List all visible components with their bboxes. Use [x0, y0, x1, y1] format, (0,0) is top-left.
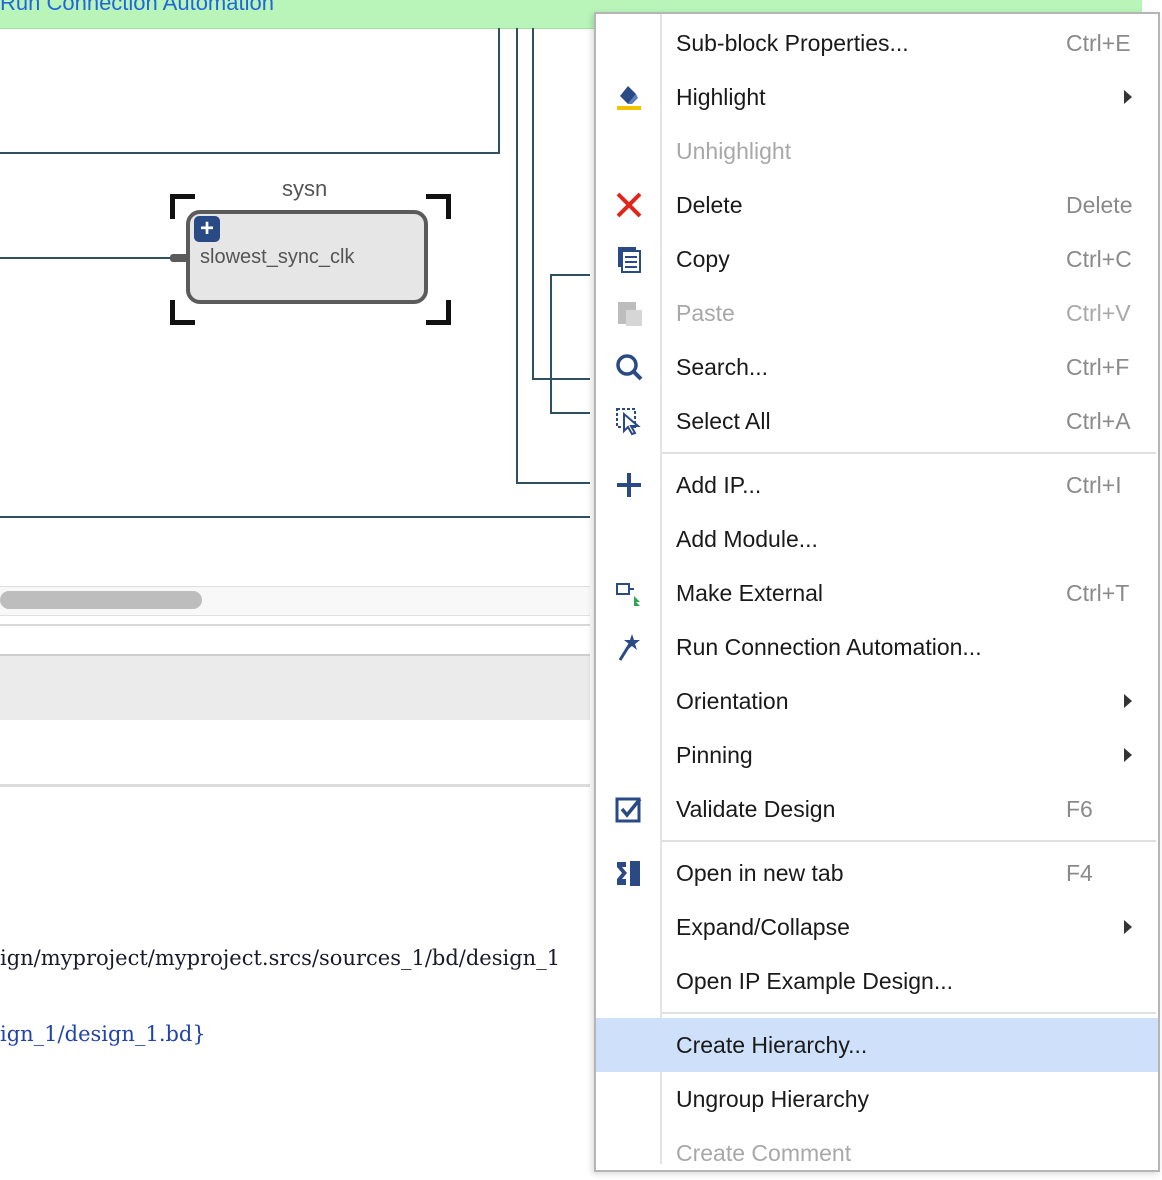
- submenu-arrow-icon: [1124, 694, 1132, 708]
- menu-separator: [662, 452, 1156, 454]
- submenu-arrow-icon: [1124, 920, 1132, 934]
- search-icon: [614, 352, 644, 382]
- menu-item-shortcut: F4: [1066, 860, 1093, 886]
- select-cursor-icon: [614, 406, 644, 436]
- menu-item-shortcut: Ctrl+A: [1066, 408, 1131, 434]
- expand-plus-icon[interactable]: +: [194, 216, 220, 242]
- scrollbar-thumb[interactable]: [0, 591, 202, 609]
- menu-item-shortcut: Ctrl+E: [1066, 30, 1131, 56]
- menu-item-make-external[interactable]: Make External Ctrl+T: [596, 566, 1158, 620]
- panel-header: [0, 656, 590, 720]
- menu-item-label: Unhighlight: [676, 138, 792, 164]
- menu-item-label: Make External: [676, 580, 824, 606]
- menu-item-label: Open IP Example Design...: [676, 968, 953, 994]
- paste-icon: [614, 298, 644, 328]
- menu-item-label: Delete: [676, 192, 743, 218]
- submenu-arrow-icon: [1124, 90, 1132, 104]
- banner-text[interactable]: Run Connection Automation: [0, 0, 274, 16]
- make-external-icon: [614, 578, 644, 608]
- checkbox-check-icon: [614, 794, 644, 824]
- menu-item-create-comment[interactable]: Create Comment: [596, 1126, 1158, 1180]
- menu-item-orientation[interactable]: Orientation: [596, 674, 1158, 728]
- selection-corner: [426, 300, 451, 325]
- block-title: sysn: [282, 176, 328, 201]
- menu-item-search[interactable]: Search... Ctrl+F: [596, 340, 1158, 394]
- wire: [0, 152, 500, 154]
- divider: [0, 784, 590, 787]
- menu-item-shortcut: Ctrl+F: [1066, 354, 1130, 380]
- menu-separator: [662, 1012, 1156, 1014]
- wire: [550, 412, 590, 414]
- menu-item-add-module[interactable]: Add Module...: [596, 512, 1158, 566]
- menu-item-pinning[interactable]: Pinning: [596, 728, 1158, 782]
- menu-item-shortcut: Ctrl+V: [1066, 300, 1131, 326]
- menu-item-shortcut: Delete: [1066, 192, 1133, 218]
- menu-item-label: Search...: [676, 354, 769, 380]
- wire: [0, 516, 590, 518]
- menu-item-label: Add Module...: [676, 526, 818, 552]
- menu-item-label: Create Comment: [676, 1140, 852, 1166]
- selection-corner: [170, 194, 195, 219]
- wire: [550, 274, 590, 276]
- console-line: ign/myproject/myproject.srcs/sources_1/b…: [0, 946, 561, 970]
- menu-item-label: Sub-block Properties...: [676, 30, 909, 56]
- block-port-label: slowest_sync_clk: [200, 246, 355, 268]
- wire: [532, 378, 590, 380]
- selection-corner: [426, 194, 451, 219]
- wire: [516, 482, 590, 484]
- menu-item-paste[interactable]: Paste Ctrl+V: [596, 286, 1158, 340]
- menu-item-unhighlight[interactable]: Unhighlight: [596, 124, 1158, 178]
- menu-item-label: Paste: [676, 300, 735, 326]
- menu-item-create-hierarchy[interactable]: Create Hierarchy...: [596, 1018, 1158, 1072]
- menu-item-shortcut: F6: [1066, 796, 1093, 822]
- highlighter-icon: [614, 82, 644, 112]
- menu-item-delete[interactable]: Delete Delete: [596, 178, 1158, 232]
- menu-item-label: Ungroup Hierarchy: [676, 1086, 870, 1112]
- menu-item-copy[interactable]: Copy Ctrl+C: [596, 232, 1158, 286]
- menu-item-label: Orientation: [676, 688, 789, 714]
- delete-x-icon: [614, 190, 644, 220]
- menu-separator: [662, 840, 1156, 842]
- menu-item-label: Add IP...: [676, 472, 762, 498]
- menu-item-shortcut: Ctrl+I: [1066, 472, 1122, 498]
- menu-item-label: Expand/Collapse: [676, 914, 850, 940]
- menu-item-run-connection-automation[interactable]: Run Connection Automation...: [596, 620, 1158, 674]
- copy-icon: [614, 244, 644, 274]
- wire: [532, 28, 534, 380]
- menu-item-shortcut: Ctrl+C: [1066, 246, 1132, 272]
- wire: [516, 28, 518, 484]
- selection-corner: [170, 300, 195, 325]
- wire: [550, 274, 552, 414]
- menu-item-ungroup-hierarchy[interactable]: Ungroup Hierarchy: [596, 1072, 1158, 1126]
- menu-item-add-ip[interactable]: Add IP... Ctrl+I: [596, 458, 1158, 512]
- menu-item-label: Pinning: [676, 742, 753, 768]
- submenu-arrow-icon: [1124, 748, 1132, 762]
- divider: [0, 624, 590, 626]
- wire: [498, 28, 500, 154]
- clock-wire: [0, 257, 172, 259]
- console-line: ign_1/design_1.bd}: [0, 1022, 206, 1046]
- menu-item-label: Run Connection Automation...: [676, 634, 982, 660]
- menu-item-shortcut: Ctrl+T: [1066, 580, 1130, 606]
- menu-item-validate-design[interactable]: Validate Design F6: [596, 782, 1158, 836]
- menu-item-open-in-new-tab[interactable]: Open in new tab F4: [596, 846, 1158, 900]
- menu-item-label: Highlight: [676, 84, 766, 110]
- menu-item-label: Copy: [676, 246, 730, 272]
- menu-item-open-ip-example-design[interactable]: Open IP Example Design...: [596, 954, 1158, 1008]
- open-tab-icon: [614, 858, 644, 888]
- menu-item-expand-collapse[interactable]: Expand/Collapse: [596, 900, 1158, 954]
- menu-item-select-all[interactable]: Select All Ctrl+A: [596, 394, 1158, 448]
- menu-item-sub-block-properties[interactable]: Sub-block Properties... Ctrl+E: [596, 16, 1158, 70]
- menu-item-label: Validate Design: [676, 796, 836, 822]
- menu-item-label: Open in new tab: [676, 860, 844, 886]
- plus-icon: [614, 470, 644, 500]
- magic-wand-icon: [614, 632, 644, 662]
- menu-item-label: Select All: [676, 408, 771, 434]
- menu-item-highlight[interactable]: Highlight: [596, 70, 1158, 124]
- menu-item-label: Create Hierarchy...: [676, 1032, 868, 1058]
